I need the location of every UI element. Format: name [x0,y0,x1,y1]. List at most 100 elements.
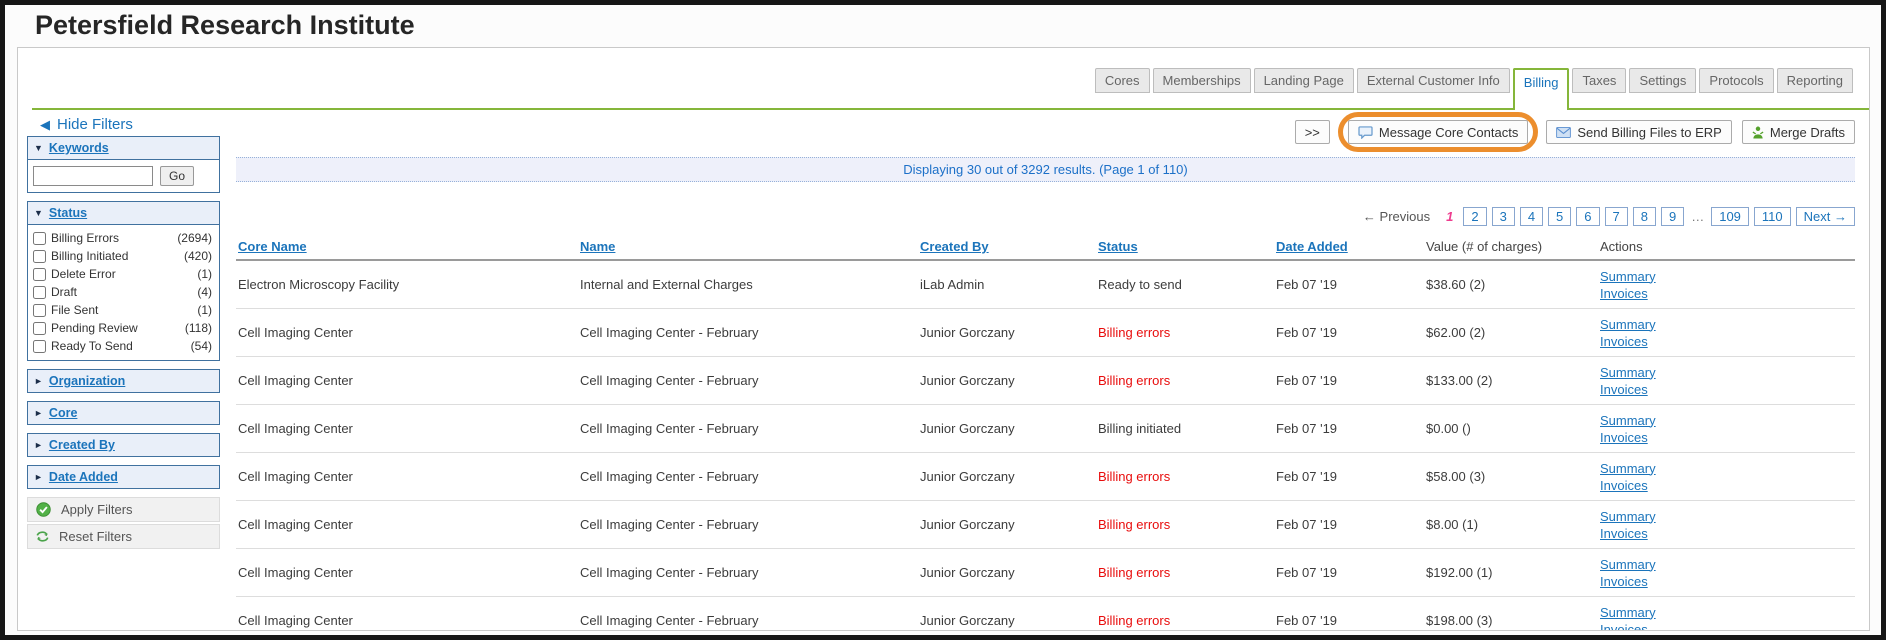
filter-section-label[interactable]: Created By [49,438,115,452]
column-header-core-name[interactable]: Core Name [236,239,307,254]
cell-status: Billing errors [1096,517,1274,532]
filter-section-collapsed: ► Core [27,401,220,425]
filter-section-header[interactable]: ► Created By [28,434,219,456]
invoices-link[interactable]: Invoices [1600,334,1648,349]
envelope-icon [1556,127,1571,138]
filter-section-header[interactable]: ► Date Added [28,466,219,488]
status-filter-row[interactable]: Draft (4) [28,283,219,301]
status-filter-row[interactable]: Ready To Send (54) [28,337,219,355]
pagination-item[interactable]: 109 [1711,207,1749,226]
tab[interactable]: Cores [1095,68,1150,93]
expand-toolbar-button[interactable]: >> [1295,120,1330,144]
message-core-contacts-wrap: Message Core Contacts [1348,120,1528,144]
summary-link[interactable]: Summary [1600,557,1656,572]
pagination-item[interactable]: 5 [1548,207,1571,226]
column-header-status[interactable]: Status [1096,239,1138,254]
status-filter-row[interactable]: Delete Error (1) [28,265,219,283]
status-filter-label: Pending Review [51,321,138,335]
cell-actions: Summary Invoices [1598,413,1855,445]
apply-filters-button[interactable]: Apply Filters [27,497,220,522]
filter-section-label[interactable]: Core [49,406,77,420]
pagination-item[interactable]: 2 [1463,207,1486,226]
cell-date-added: Feb 07 '19 [1274,517,1424,532]
keywords-input[interactable] [33,166,153,186]
pagination-item[interactable]: 4 [1520,207,1543,226]
cell-actions: Summary Invoices [1598,557,1855,589]
tab[interactable]: External Customer Info [1357,68,1510,93]
keywords-section-header[interactable]: ▼ Keywords [28,137,219,159]
filter-section-label[interactable]: Date Added [49,470,118,484]
status-filter-row[interactable]: Billing Errors (2694) [28,229,219,247]
cell-core-name: Electron Microscopy Facility [236,277,578,292]
invoices-link[interactable]: Invoices [1600,430,1648,445]
cell-date-added: Feb 07 '19 [1274,325,1424,340]
tab[interactable]: Reporting [1777,68,1853,93]
tab[interactable]: Memberships [1153,68,1251,93]
pagination-item[interactable]: 110 [1754,207,1791,226]
invoices-link[interactable]: Invoices [1600,574,1648,589]
summary-link[interactable]: Summary [1600,317,1656,332]
cell-core-name: Cell Imaging Center [236,613,578,628]
pagination-item[interactable]: 8 [1633,207,1656,226]
pagination-item[interactable]: 7 [1605,207,1628,226]
tab[interactable]: Settings [1629,68,1696,93]
hide-filters-toggle[interactable]: ◀ Hide Filters [40,116,133,133]
tab[interactable]: Protocols [1699,68,1773,93]
column-header-created-by[interactable]: Created By [918,239,989,254]
status-filter-row[interactable]: Pending Review (118) [28,319,219,337]
status-checkbox[interactable] [33,286,46,299]
filter-section-header[interactable]: ► Organization [28,370,219,392]
status-filter-label: Delete Error [51,267,116,281]
cell-name: Cell Imaging Center - February [578,565,918,580]
cell-value: $38.60 (2) [1424,277,1598,292]
summary-link[interactable]: Summary [1600,269,1656,284]
cell-created-by: Junior Gorczany [918,469,1096,484]
column-header-date-added[interactable]: Date Added [1274,239,1348,254]
cell-actions: Summary Invoices [1598,461,1855,493]
pagination-item[interactable]: Next → [1796,207,1855,226]
cell-value: $62.00 (2) [1424,325,1598,340]
status-filter-row[interactable]: Billing Initiated (420) [28,247,219,265]
send-billing-files-button[interactable]: Send Billing Files to ERP [1546,120,1732,144]
status-filter-section: ▼ Status Billing Errors (2694) Billing I… [27,201,220,361]
message-core-contacts-button[interactable]: Message Core Contacts [1348,120,1528,144]
tab[interactable]: Taxes [1572,68,1626,93]
status-checkbox[interactable] [33,250,46,263]
page-title: Petersfield Research Institute [35,10,1881,41]
summary-link[interactable]: Summary [1600,605,1656,620]
status-section-header[interactable]: ▼ Status [28,202,219,224]
merge-drafts-button[interactable]: Merge Drafts [1742,120,1855,144]
filter-section-collapsed: ► Organization [27,369,220,393]
status-filter-row[interactable]: File Sent (1) [28,301,219,319]
invoices-link[interactable]: Invoices [1600,286,1648,301]
go-button[interactable]: Go [160,166,194,186]
keywords-section-label[interactable]: Keywords [49,141,109,155]
pagination-item[interactable]: ← Previous [1363,209,1430,224]
keywords-filter-section: ▼ Keywords Go [27,136,220,193]
status-checkbox[interactable] [33,268,46,281]
filter-section-label[interactable]: Organization [49,374,125,388]
invoices-link[interactable]: Invoices [1600,526,1648,541]
status-checkbox[interactable] [33,322,46,335]
summary-link[interactable]: Summary [1600,365,1656,380]
filter-section-header[interactable]: ► Core [28,402,219,424]
tab[interactable]: Billing [1513,68,1570,110]
invoices-link[interactable]: Invoices [1600,622,1648,632]
pagination-item[interactable]: 6 [1576,207,1599,226]
status-checkbox[interactable] [33,340,46,353]
tab[interactable]: Landing Page [1254,68,1354,93]
invoices-link[interactable]: Invoices [1600,478,1648,493]
reset-filters-button[interactable]: Reset Filters [27,524,220,549]
status-section-label[interactable]: Status [49,206,87,220]
summary-link[interactable]: Summary [1600,509,1656,524]
status-checkbox[interactable] [33,304,46,317]
column-header-name[interactable]: Name [578,239,615,254]
toolbar: >> Message Core Contacts Send Billing Fi… [236,118,1855,146]
pagination-item[interactable]: 9 [1661,207,1684,226]
pagination-item[interactable]: 3 [1492,207,1515,226]
summary-link[interactable]: Summary [1600,413,1656,428]
cell-core-name: Cell Imaging Center [236,469,578,484]
invoices-link[interactable]: Invoices [1600,382,1648,397]
status-checkbox[interactable] [33,232,46,245]
summary-link[interactable]: Summary [1600,461,1656,476]
